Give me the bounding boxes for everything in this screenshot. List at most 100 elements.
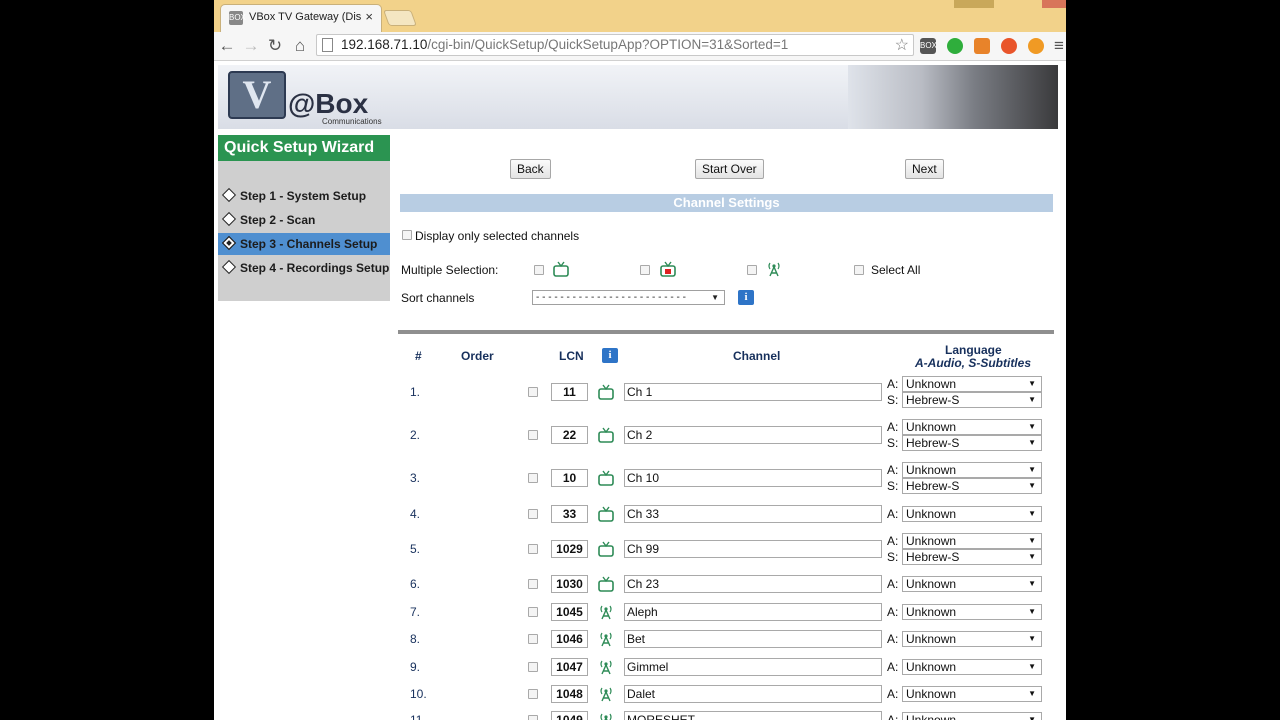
subtitle-language-select[interactable]: Hebrew-S ▼ [902,435,1042,451]
channel-name-input[interactable]: Aleph [624,603,882,621]
subtitle-language-select[interactable]: Hebrew-S ▼ [902,478,1042,494]
row-select-checkbox[interactable] [528,607,538,617]
reload-icon[interactable]: ↻ [265,36,285,56]
audio-language-select[interactable]: Unknown ▼ [902,576,1042,592]
chart-extension-icon[interactable] [974,38,990,54]
channel-name-input[interactable]: Ch 33 [624,505,882,523]
audio-language-select[interactable]: Unknown ▼ [902,631,1042,647]
audio-language-select[interactable]: Unknown ▼ [902,376,1042,392]
audio-language-select[interactable]: Unknown ▼ [902,604,1042,620]
start-over-button[interactable]: Start Over [695,159,764,179]
channel-name-input[interactable]: Ch 2 [624,426,882,444]
sync-extension-icon[interactable] [1028,38,1044,54]
channel-name-input[interactable]: Gimmel [624,658,882,676]
lcn-input[interactable]: 1049 [551,711,588,720]
display-selected-checkbox[interactable] [402,230,412,240]
row-select-checkbox[interactable] [528,579,538,589]
window-close-button[interactable] [1042,0,1066,8]
back-button[interactable]: Back [510,159,551,179]
menu-icon[interactable]: ≡ [1052,36,1066,56]
tv-icon [598,541,614,557]
lcn-input[interactable]: 1046 [551,630,588,648]
diamond-icon [221,259,237,275]
forward-arrow-icon[interactable]: → [241,36,261,56]
bookmark-star-icon[interactable]: ☆ [895,35,909,55]
vbox-extension-icon[interactable]: BOX [920,38,937,54]
new-tab-button[interactable] [383,10,417,26]
next-button[interactable]: Next [905,159,944,179]
lcn-input[interactable]: 1047 [551,658,588,676]
audio-language-select[interactable]: Unknown ▼ [902,462,1042,478]
audio-language-select[interactable]: Unknown ▼ [902,659,1042,675]
dropdown-arrow-icon: ▼ [1028,481,1036,490]
lcn-input[interactable]: 11 [551,383,588,401]
channel-name-input[interactable]: Bet [624,630,882,648]
col-language-header: Language [945,343,1002,357]
sort-channels-select[interactable]: - - - - - - - - - - - - - - - - - - - - … [532,290,725,305]
row-select-checkbox[interactable] [528,544,538,554]
dropdown-arrow-icon: ▼ [1028,634,1036,643]
subtitle-prefix: S: [887,479,899,493]
back-arrow-icon[interactable]: ← [217,36,237,56]
radio-antenna-icon [768,262,780,277]
vbox-logo: V [228,71,286,119]
lcn-input[interactable]: 1029 [551,540,588,558]
lcn-input[interactable]: 1045 [551,603,588,621]
subtitle-language-select[interactable]: Hebrew-S ▼ [902,392,1042,408]
lcn-input[interactable]: 33 [551,505,588,523]
address-bar[interactable]: 192.168.71.10/cgi-bin/QuickSetup/QuickSe… [316,34,914,56]
col-language-subheader: A-Audio, S-Subtitles [915,356,1031,370]
sidebar-item-step-4[interactable]: Step 4 - Recordings Setup [218,257,390,279]
row-select-checkbox[interactable] [528,689,538,699]
subtitle-language-select[interactable]: Hebrew-S ▼ [902,549,1042,565]
diamond-filled-icon [221,235,237,251]
channel-name-input[interactable]: Dalet [624,685,882,703]
row-number: 5. [410,542,421,556]
lcn-input[interactable]: 1048 [551,685,588,703]
audio-prefix: A: [887,577,899,591]
row-select-checkbox[interactable] [528,634,538,644]
row-select-checkbox[interactable] [528,662,538,672]
sort-info-icon[interactable]: i [738,290,754,305]
audio-language-select[interactable]: Unknown ▼ [902,533,1042,549]
select-radio-checkbox[interactable] [747,265,757,275]
home-icon[interactable]: ⌂ [290,36,310,56]
audio-prefix: A: [887,687,899,701]
channel-name-input[interactable]: Ch 1 [624,383,882,401]
channel-name-input[interactable]: MORESHET [624,711,882,720]
audio-language-select[interactable]: Unknown ▼ [902,712,1042,720]
tab-close-icon[interactable]: × [365,9,373,24]
row-number: 11. [410,713,426,720]
audio-language-select[interactable]: Unknown ▼ [902,686,1042,702]
row-select-checkbox[interactable] [528,473,538,483]
audio-prefix: A: [887,605,899,619]
dropdown-arrow-icon: ▼ [1028,536,1036,545]
audio-language-select[interactable]: Unknown ▼ [902,506,1042,522]
lcn-info-icon[interactable]: i [602,348,618,363]
sidebar-item-step-1[interactable]: Step 1 - System Setup [218,185,390,207]
browser-tab[interactable]: BOX VBox TV Gateway (Disk Ve × [220,4,382,32]
channel-name-input[interactable]: Ch 99 [624,540,882,558]
select-encrypted-tv-checkbox[interactable] [640,265,650,275]
lcn-input[interactable]: 10 [551,469,588,487]
row-select-checkbox[interactable] [528,509,538,519]
divider [398,330,1054,334]
row-select-checkbox[interactable] [528,430,538,440]
lcn-input[interactable]: 22 [551,426,588,444]
row-number: 7. [410,605,421,619]
multiple-selection-label: Multiple Selection: [401,263,499,277]
sidebar-item-step-2[interactable]: Step 2 - Scan [218,209,390,231]
channel-name-input[interactable]: Ch 23 [624,575,882,593]
row-select-checkbox[interactable] [528,387,538,397]
select-all-checkbox[interactable] [854,265,864,275]
lcn-input[interactable]: 1030 [551,575,588,593]
channel-name-input[interactable]: Ch 10 [624,469,882,487]
flame-extension-icon[interactable] [1001,38,1017,54]
diamond-icon [221,187,237,203]
audio-language-select[interactable]: Unknown ▼ [902,419,1042,435]
green-pin-extension-icon[interactable] [947,38,963,54]
select-tv-checkbox[interactable] [534,265,544,275]
user-profile-button[interactable] [954,0,994,8]
row-select-checkbox[interactable] [528,715,538,720]
sidebar-item-step-3[interactable]: Step 3 - Channels Setup [218,233,390,255]
